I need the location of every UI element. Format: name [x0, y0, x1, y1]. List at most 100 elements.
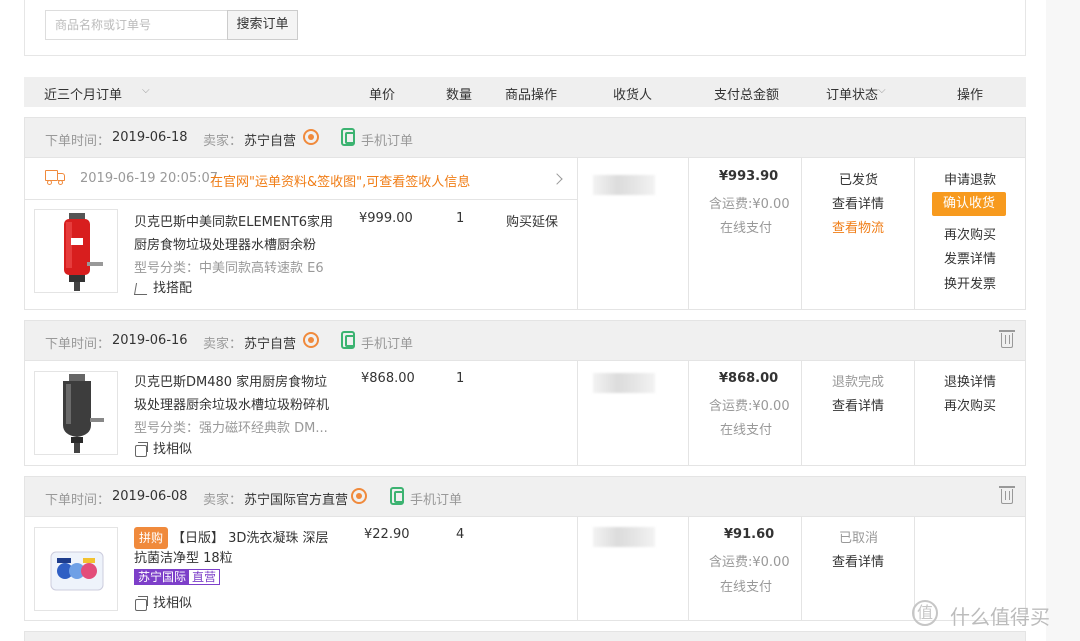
shipping-fee: 含运费:¥0.00 [709, 197, 790, 212]
trash-icon[interactable] [999, 330, 1015, 348]
next-order-header [24, 631, 1026, 641]
order-date: 2019-06-08 [112, 489, 188, 504]
divider [914, 158, 915, 310]
order-time-label: 下单时间： [45, 134, 111, 149]
buy-warranty-link[interactable]: 购买延保 [506, 211, 558, 230]
logistics-message[interactable]: 在官网"运单资料&签收图",可查看签收人信息 [210, 171, 470, 190]
return-details-link[interactable]: 退换详情 [944, 371, 996, 390]
seller-label: 卖家： [203, 493, 243, 508]
divider [801, 158, 802, 310]
buy-again-link[interactable]: 再次购买 [944, 224, 996, 243]
mobile-order-label: 手机订单 [361, 134, 414, 149]
payment-method: 在线支付 [720, 221, 773, 236]
suning-intl-tag: 苏宁国际 直营 [134, 569, 221, 585]
order-body: 贝克巴斯DM480 家用厨房食物垃圾处理器厨余垃圾水槽垃圾粉碎机 型号分类：强力… [25, 361, 1025, 465]
mobile-order-label: 手机订单 [410, 493, 463, 508]
find-similar-icon [135, 442, 148, 457]
order-header: 下单时间： 2019-06-16 卖家： 苏宁自营 手机订单 [25, 321, 1025, 361]
unit-price: ¥999.00 [359, 211, 413, 226]
order-card: 下单时间： 2019-06-16 卖家： 苏宁自营 手机订单 贝克巴斯DM480… [24, 320, 1026, 466]
trash-icon[interactable] [999, 486, 1015, 504]
unit-price: ¥22.90 [364, 527, 410, 542]
find-similar-icon [135, 596, 148, 611]
product-name[interactable]: 贝克巴斯DM480 家用厨房食物垃圾处理器厨余垃圾水槽垃圾粉碎机 [134, 371, 329, 417]
find-similar-link[interactable]: 找相似 [153, 438, 192, 457]
product-thumbnail[interactable] [34, 527, 118, 611]
invoice-details-link[interactable]: 发票详情 [944, 248, 996, 267]
chevron-down-icon[interactable]: ⌵ [142, 85, 150, 96]
divider [688, 517, 689, 621]
mobile-order-label: 手机订单 [361, 337, 414, 352]
store-icon[interactable] [303, 129, 319, 145]
product-thumbnail[interactable] [34, 371, 118, 455]
site-watermark: 值 什么值得买 [912, 598, 1080, 632]
order-body: 拼购 【日版】 3D洗衣凝珠 深层抗菌洁净型 18粒 苏宁国际 直营 找相似 ¥22… [25, 517, 1025, 621]
intl-tag-secondary: 直营 [192, 570, 217, 584]
col-price: 单价 [369, 88, 396, 103]
seller-label: 卖家： [203, 337, 243, 352]
col-actions: 操作 [957, 88, 984, 103]
order-status: 已发货 [839, 173, 879, 188]
table-header: 近三个月订单 ⌵ 单价 数量 商品操作 收货人 支付总金额 订单状态 ⌵ 操作 [24, 77, 1026, 107]
order-date: 2019-06-16 [112, 333, 188, 348]
shipping-fee: 含运费:¥0.00 [709, 399, 790, 414]
view-details-link[interactable]: 查看详情 [832, 551, 884, 570]
receiver-name-blurred [593, 373, 655, 393]
buy-again-link[interactable]: 再次购买 [944, 395, 996, 414]
product-model: 型号分类：强力磁环经典款 DM... [134, 421, 328, 436]
reissue-invoice-link[interactable]: 换开发票 [944, 273, 996, 292]
order-body: 2019-06-19 20:05:07 在官网"运单资料&签收图",可查看签收人… [25, 158, 1025, 310]
store-icon[interactable] [351, 488, 367, 504]
product-name-block[interactable]: 拼购 【日版】 3D洗衣凝珠 深层抗菌洁净型 18粒 [134, 527, 334, 569]
order-header: 下单时间： 2019-06-18 卖家： 苏宁自营 手机订单 [25, 118, 1025, 158]
request-refund-link[interactable]: 申请退款 [944, 169, 996, 188]
seller-name[interactable]: 苏宁自营 [244, 130, 296, 149]
order-status-filter[interactable]: 订单状态 [826, 84, 878, 103]
search-panel: 商品名称或订单号 搜索订单 [24, 0, 1026, 56]
search-input[interactable]: 商品名称或订单号 [45, 10, 227, 40]
store-icon[interactable] [303, 332, 319, 348]
group-buy-tag: 拼购 [134, 527, 169, 549]
watermark-logo-icon: 值 [912, 600, 938, 626]
payment-method: 在线支付 [720, 580, 773, 595]
order-card: 下单时间： 2019-06-18 卖家： 苏宁自营 手机订单 2019-06-1… [24, 117, 1026, 310]
chevron-right-icon[interactable] [551, 173, 563, 185]
logistics-row[interactable]: 2019-06-19 20:05:07 在官网"运单资料&签收图",可查看签收人… [25, 158, 577, 200]
chevron-down-icon[interactable]: ⌵ [878, 85, 886, 96]
order-card: 下单时间： 2019-06-08 卖家： 苏宁国际官方直营 手机订单 拼购 【日版… [24, 476, 1026, 621]
view-details-link[interactable]: 查看详情 [832, 395, 884, 414]
payment-method: 在线支付 [720, 423, 773, 438]
total-amount: ¥868.00 [719, 371, 779, 386]
col-qty: 数量 [446, 88, 473, 103]
find-match-link[interactable]: 找搭配 [153, 277, 192, 296]
product-thumbnail[interactable] [34, 209, 118, 293]
order-status: 已取消 [839, 531, 879, 546]
order-range-select[interactable]: 近三个月订单 [44, 84, 122, 103]
mobile-phone-icon [341, 128, 355, 146]
divider [577, 158, 578, 310]
quantity: 1 [456, 371, 465, 386]
seller-name[interactable]: 苏宁自营 [244, 333, 296, 352]
view-logistics-link[interactable]: 查看物流 [832, 217, 884, 236]
order-status: 退款完成 [832, 375, 885, 390]
mobile-phone-icon [341, 331, 355, 349]
shipping-fee: 含运费:¥0.00 [709, 555, 790, 570]
find-similar-link[interactable]: 找相似 [153, 592, 192, 611]
confirm-receipt-button[interactable]: 确认收货 [932, 192, 1006, 216]
product-name[interactable]: 贝克巴斯中美同款ELEMENT6家用厨房食物垃圾处理器水槽厨余粉 [134, 211, 334, 257]
divider [801, 517, 802, 621]
quantity: 4 [456, 527, 465, 542]
order-time-label: 下单时间： [45, 493, 111, 508]
seller-name[interactable]: 苏宁国际官方直营 [244, 489, 348, 508]
intl-tag-primary: 苏宁国际 [135, 570, 190, 584]
order-header: 下单时间： 2019-06-08 卖家： 苏宁国际官方直营 手机订单 [25, 477, 1025, 517]
divider [577, 361, 578, 465]
view-details-link[interactable]: 查看详情 [832, 193, 884, 212]
col-receiver: 收货人 [613, 88, 653, 103]
mobile-phone-icon [390, 487, 404, 505]
search-button[interactable]: 搜索订单 [227, 10, 298, 40]
receiver-name-blurred [593, 175, 655, 195]
right-gutter [1046, 0, 1080, 641]
col-total: 支付总金额 [714, 88, 780, 103]
divider [577, 517, 578, 621]
